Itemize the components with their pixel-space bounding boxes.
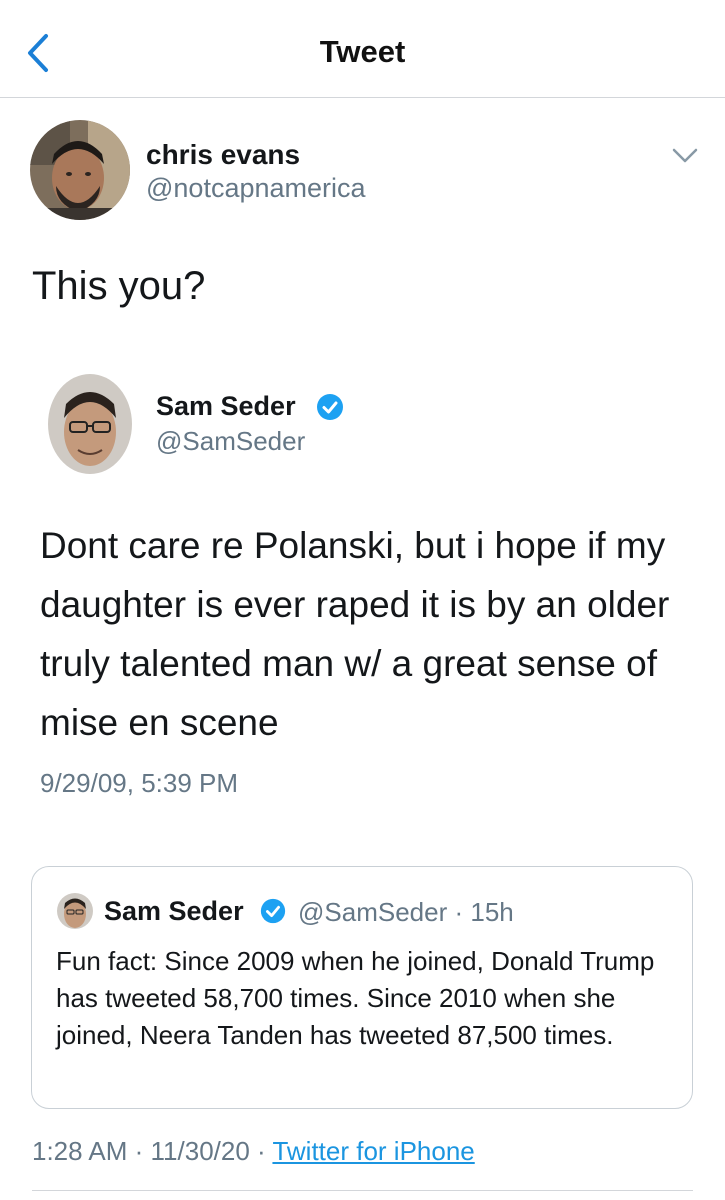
embedded-tweet-text: Dont care re Polanski, but i hope if my … — [40, 525, 670, 743]
tweet-text: This you? — [32, 264, 206, 308]
tweet-time: 1:28 AM — [32, 1136, 128, 1166]
tweet-source-link[interactable]: Twitter for iPhone — [272, 1136, 474, 1166]
embedded-avatar — [48, 374, 132, 474]
chevron-down-icon[interactable] — [668, 143, 702, 167]
embedded-tweet-date: 9/29/09, 5:39 PM — [40, 768, 239, 798]
tweet-metadata: 1:28 AM · 11/30/20 · Twitter for iPhone — [32, 1136, 475, 1167]
quote-meta: @SamSeder · 15h — [298, 897, 514, 928]
nav-bar: Tweet — [0, 0, 725, 98]
verified-badge-icon — [260, 898, 286, 924]
quote-time[interactable]: 15h — [470, 897, 513, 927]
author-handle[interactable]: @notcapnamerica — [146, 173, 366, 204]
footer-separator: · — [127, 1136, 151, 1166]
embedded-author-handle: @SamSeder — [156, 426, 306, 456]
author-name[interactable]: chris evans — [146, 139, 300, 171]
quote-avatar[interactable] — [57, 893, 93, 929]
embedded-author-name: Sam Seder — [156, 391, 296, 421]
quote-author-name[interactable]: Sam Seder — [104, 896, 244, 927]
page-title: Tweet — [319, 34, 406, 69]
meta-dot: · — [454, 897, 464, 927]
divider — [32, 1190, 693, 1191]
quote-tweet-text: Fun fact: Since 2009 when he joined, Don… — [56, 946, 655, 1050]
verified-badge-icon — [317, 394, 343, 420]
tweet-date: 11/30/20 — [150, 1136, 250, 1166]
quote-author-handle[interactable]: @SamSeder — [298, 897, 447, 927]
footer-separator: · — [249, 1136, 273, 1166]
avatar[interactable] — [30, 120, 130, 220]
